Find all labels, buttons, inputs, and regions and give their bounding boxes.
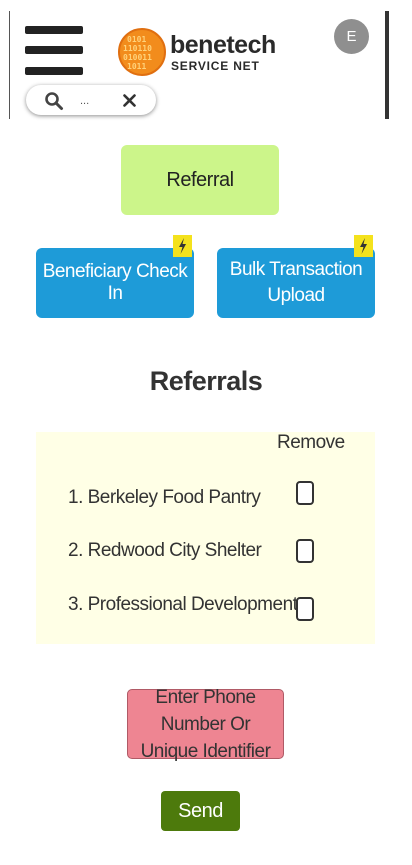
brand-subtitle: SERVICE NET <box>171 59 260 73</box>
enter-phone-number-button[interactable]: Enter Phone Number Or Unique Identifier <box>127 687 284 762</box>
referral-item-label: 3. Professional Development <box>68 594 298 615</box>
close-icon[interactable] <box>123 94 136 107</box>
hamburger-menu-icon[interactable] <box>25 26 83 78</box>
brand-name: benetech <box>170 31 276 59</box>
remove-referral-checkbox[interactable] <box>296 539 314 563</box>
hamburger-bar <box>25 46 83 54</box>
svg-text:1011: 1011 <box>127 62 146 71</box>
send-button[interactable]: Send <box>161 791 240 831</box>
referral-list-panel: Remove 1. Berkeley Food Pantry 2. Redwoo… <box>36 432 375 644</box>
header-left-divider <box>9 11 10 119</box>
search-bar[interactable] <box>26 85 156 115</box>
referral-button[interactable]: Referral <box>121 145 279 215</box>
remove-referral-checkbox[interactable] <box>296 597 314 621</box>
hamburger-bar <box>25 67 83 75</box>
hamburger-bar <box>25 26 83 34</box>
referral-item-label: 1. Berkeley Food Pantry <box>68 487 261 508</box>
bulk-transaction-upload-button[interactable]: Bulk Transaction Upload <box>217 248 375 318</box>
benetech-logo[interactable]: 0101 110110 010011 1011 benetech SERVICE… <box>118 28 276 78</box>
remove-column-header: Remove <box>277 432 345 453</box>
svg-text:110110: 110110 <box>123 44 152 53</box>
lightning-bolt-icon <box>173 235 192 257</box>
beneficiary-check-in-button[interactable]: Beneficiary Check In <box>36 248 194 318</box>
remove-referral-checkbox[interactable] <box>296 481 314 505</box>
referral-item-label: 2. Redwood City Shelter <box>68 540 262 561</box>
header-right-divider <box>385 11 389 119</box>
user-avatar[interactable]: E <box>334 19 369 54</box>
svg-text:0101: 0101 <box>127 35 146 44</box>
svg-text:010011: 010011 <box>123 53 152 62</box>
referrals-heading: Referrals <box>149 366 263 396</box>
benetech-logo-mark: 0101 110110 010011 1011 <box>118 28 166 76</box>
search-icon[interactable] <box>44 91 64 111</box>
lightning-bolt-icon <box>354 235 373 257</box>
